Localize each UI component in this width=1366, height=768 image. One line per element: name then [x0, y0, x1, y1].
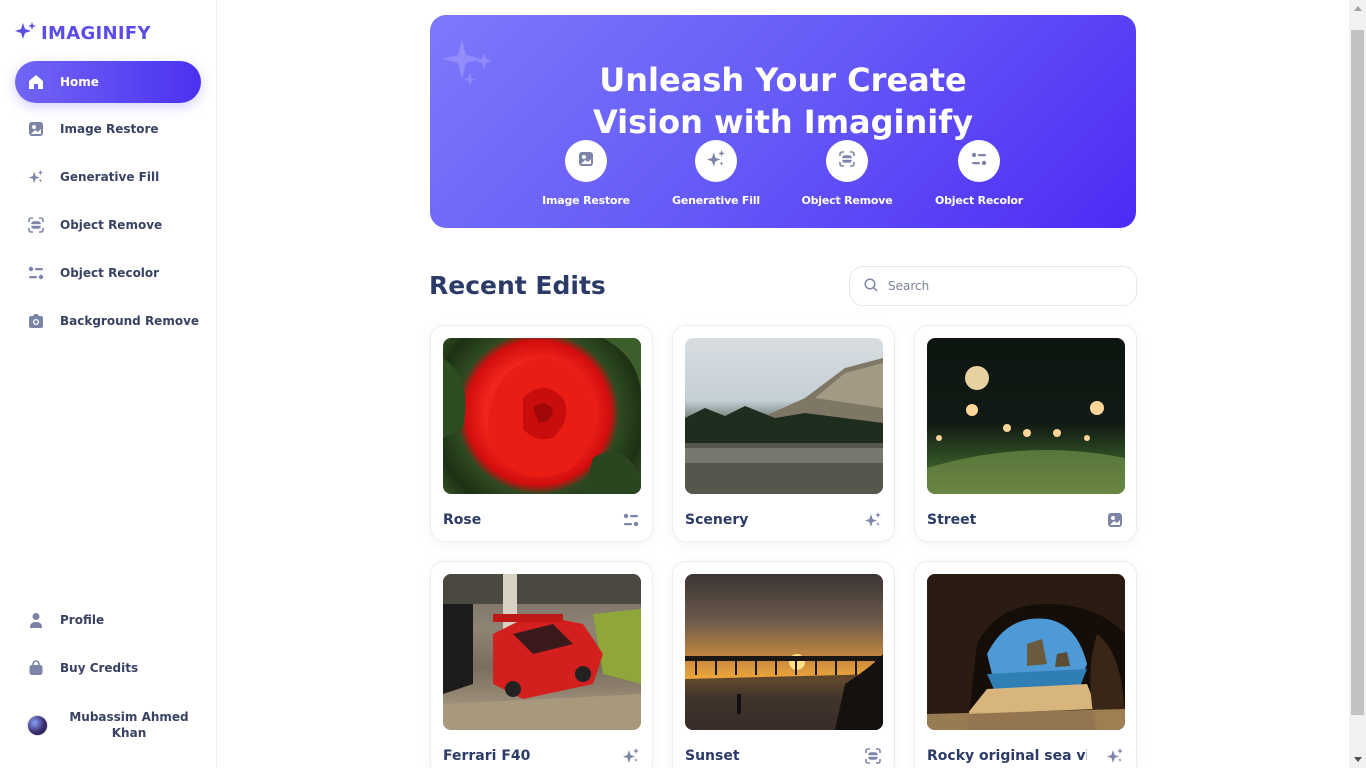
- filter-icon: [622, 511, 640, 529]
- rose-thumbnail: [443, 338, 641, 494]
- scan-icon: [864, 747, 882, 765]
- sidebar-item-label: Object Remove: [60, 218, 163, 232]
- sidebar: IMAGINIFY Home Image Restore Generative …: [0, 0, 217, 768]
- sparkles-logo-icon: [15, 21, 37, 45]
- filter-icon: [971, 151, 987, 171]
- user-icon: [28, 612, 44, 628]
- hero-action-label: Image Restore: [542, 194, 630, 207]
- page-scrollbar[interactable]: [1349, 0, 1366, 768]
- image-icon: [1106, 511, 1124, 529]
- user-name: Mubassim Ahmed Khan: [69, 710, 189, 740]
- sparkles-icon: [864, 511, 882, 529]
- sidebar-item-buy-credits[interactable]: Buy Credits: [15, 647, 201, 689]
- app-logo[interactable]: IMAGINIFY: [15, 21, 151, 45]
- bag-icon: [28, 660, 44, 676]
- hero-action-label: Object Recolor: [934, 194, 1024, 207]
- hero-action-object-remove[interactable]: Object Remove: [792, 140, 902, 207]
- rocky-sea-thumbnail: [927, 574, 1125, 730]
- hero-action-circle: [695, 140, 737, 182]
- sidebar-item-generative-fill[interactable]: Generative Fill: [15, 156, 201, 198]
- sparkles-icon: [28, 169, 44, 185]
- hero-action-object-recolor[interactable]: Object Recolor: [924, 140, 1034, 207]
- sidebar-item-label: Home: [60, 75, 99, 89]
- hero-action-circle: [958, 140, 1000, 182]
- app-name: IMAGINIFY: [41, 22, 151, 44]
- home-icon: [28, 74, 44, 90]
- hero-action-label: Generative Fill: [672, 194, 760, 207]
- sidebar-item-label: Object Recolor: [60, 266, 160, 280]
- sidebar-item-label: Generative Fill: [60, 170, 160, 184]
- user-profile-button[interactable]: Mubassim Ahmed Khan: [27, 708, 197, 742]
- ferrari-thumbnail: [443, 574, 641, 730]
- recent-edit-card[interactable]: Rocky original sea vie...: [914, 561, 1137, 768]
- hero-action-label: Object Remove: [801, 194, 893, 207]
- image-icon: [578, 151, 594, 171]
- hero-action-circle: [826, 140, 868, 182]
- hero-title-line: Unleash Your Create: [599, 61, 967, 99]
- recent-edit-card[interactable]: Ferrari F40: [430, 561, 653, 768]
- recent-edit-card[interactable]: Rose: [430, 325, 653, 542]
- sunset-thumbnail: [685, 574, 883, 730]
- hero-title-line: Vision with Imaginify: [592, 103, 974, 141]
- hero-title: Unleash Your Create Vision with Imaginif…: [430, 59, 1136, 143]
- sparkles-icon: [622, 747, 640, 765]
- card-title: Ferrari F40: [443, 748, 531, 764]
- recent-edits-title: Recent Edits: [429, 271, 606, 300]
- scroll-up-arrow-icon[interactable]: [1349, 0, 1366, 17]
- search-box[interactable]: [849, 266, 1137, 306]
- card-title: Sunset: [685, 748, 740, 764]
- sparkles-icon: [1106, 747, 1124, 765]
- card-title: Rose: [443, 512, 482, 528]
- card-title: Street: [927, 512, 977, 528]
- scenery-thumbnail: [685, 338, 883, 494]
- scan-icon: [28, 217, 44, 233]
- sidebar-item-home[interactable]: Home: [15, 61, 201, 103]
- scrollbar-thumb[interactable]: [1351, 30, 1364, 715]
- street-thumbnail: [927, 338, 1125, 494]
- avatar: [27, 714, 48, 736]
- sidebar-item-label: Image Restore: [60, 122, 159, 136]
- sparkles-icon: [706, 149, 726, 173]
- hero-banner: Unleash Your Create Vision with Imaginif…: [430, 15, 1136, 228]
- search-input[interactable]: [888, 279, 1118, 293]
- sidebar-item-label: Profile: [60, 613, 105, 627]
- card-title: Rocky original sea vie...: [927, 748, 1087, 764]
- hero-action-generative-fill[interactable]: Generative Fill: [661, 140, 771, 207]
- sidebar-item-object-recolor[interactable]: Object Recolor: [15, 252, 201, 294]
- sidebar-item-image-restore[interactable]: Image Restore: [15, 108, 201, 150]
- recent-edit-card[interactable]: Sunset: [672, 561, 895, 768]
- search-icon: [864, 277, 878, 296]
- filter-icon: [28, 265, 44, 281]
- recent-edit-card[interactable]: Scenery: [672, 325, 895, 542]
- hero-action-circle: [565, 140, 607, 182]
- sidebar-item-label: Buy Credits: [60, 661, 139, 675]
- scan-icon: [839, 151, 855, 171]
- image-icon: [28, 121, 44, 137]
- scroll-down-arrow-icon[interactable]: [1349, 751, 1366, 768]
- sidebar-item-label: Background Remove: [60, 314, 200, 328]
- hero-action-image-restore[interactable]: Image Restore: [531, 140, 641, 207]
- card-title: Scenery: [685, 512, 749, 528]
- sidebar-item-background-remove[interactable]: Background Remove: [15, 300, 201, 342]
- camera-icon: [28, 313, 44, 329]
- recent-edit-card[interactable]: Street: [914, 325, 1137, 542]
- sidebar-item-object-remove[interactable]: Object Remove: [15, 204, 201, 246]
- sidebar-item-profile[interactable]: Profile: [15, 599, 201, 641]
